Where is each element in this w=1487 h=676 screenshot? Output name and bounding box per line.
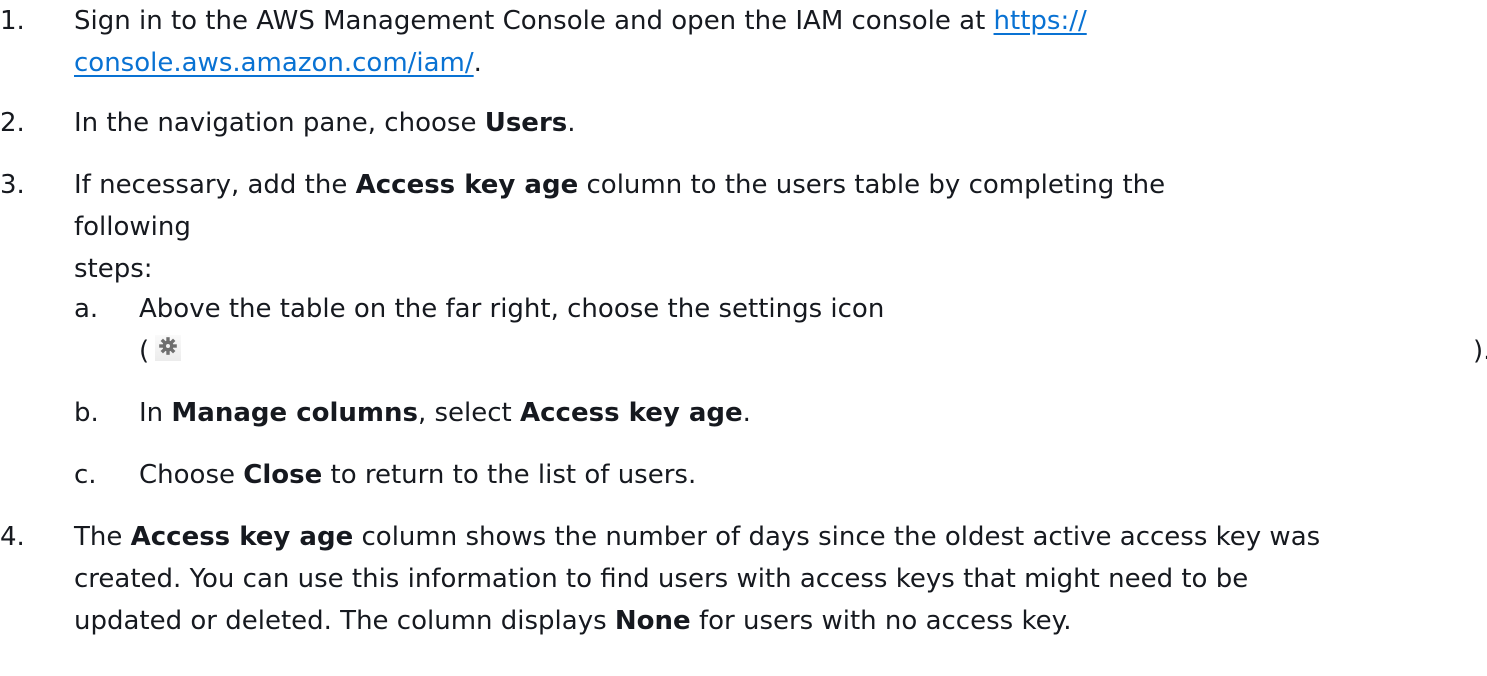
- substep-a: a. Above the table on the far right, cho…: [0, 288, 1474, 372]
- step-text: The: [74, 522, 131, 552]
- link-text-part-1[interactable]: https://: [994, 6, 1087, 36]
- substep-text: Above the table on the far right, choose…: [139, 294, 885, 324]
- step-text-continued: column shows the number of days since th…: [353, 522, 1321, 552]
- close-term: Close: [243, 460, 323, 490]
- step-text-continued: updated or deleted. The column displays: [74, 606, 615, 636]
- substep-letter: b.: [74, 398, 99, 428]
- link-text-part-2[interactable]: console.aws.amazon.com/iam/: [74, 48, 474, 78]
- step-text-continued: for users with no access key.: [690, 606, 1072, 636]
- step-number: 2.: [0, 108, 25, 138]
- substep-letter: a.: [74, 294, 99, 324]
- substep-b: b. In Manage columns, select Access key …: [0, 392, 1374, 434]
- step-number: 4.: [0, 522, 25, 552]
- substep-c: c. Choose Close to return to the list of…: [0, 454, 1374, 496]
- step-2: 2. In the navigation pane, choose Users.: [0, 102, 1214, 144]
- substep-text: In: [139, 398, 172, 428]
- substep-letter: c.: [74, 460, 97, 490]
- access-key-age-term: Access key age: [520, 398, 743, 428]
- paren-close: ).: [1473, 336, 1487, 366]
- step-punctuation: .: [567, 108, 576, 138]
- substep-text: , select: [417, 398, 521, 428]
- step-1: 1. Sign in to the AWS Management Console…: [0, 0, 1214, 84]
- substep-text: to return to the list of users.: [322, 460, 697, 490]
- access-key-age-term: Access key age: [355, 170, 579, 200]
- step-text-continued: created. You can use this information to…: [74, 564, 1249, 594]
- substep-text: Choose: [139, 460, 244, 490]
- step-number: 1.: [0, 6, 25, 36]
- step-4: 4. The Access key age column shows the n…: [0, 516, 1374, 642]
- substep-punctuation: .: [742, 398, 751, 428]
- paren-open: (: [139, 336, 150, 366]
- gear-icon: [155, 335, 182, 361]
- step-3: 3. If necessary, add the Access key age …: [0, 164, 1274, 290]
- step-punctuation: .: [473, 48, 482, 78]
- substep-body: b. In Manage columns, select Access key …: [74, 392, 1374, 434]
- substep-body: a. Above the table on the far right, cho…: [74, 288, 1474, 372]
- step-text: Sign in to the AWS Management Console an…: [74, 6, 994, 36]
- step-text: In the navigation pane, choose: [74, 108, 485, 138]
- access-key-age-term: Access key age: [130, 522, 354, 552]
- substep-body: c. Choose Close to return to the list of…: [74, 454, 1374, 496]
- manage-columns-term: Manage columns: [171, 398, 418, 428]
- step-text-continued: steps:: [74, 254, 153, 284]
- step-text: If necessary, add the: [74, 170, 356, 200]
- step-number: 3.: [0, 170, 25, 200]
- users-term: Users: [484, 108, 568, 138]
- none-term: None: [614, 606, 691, 636]
